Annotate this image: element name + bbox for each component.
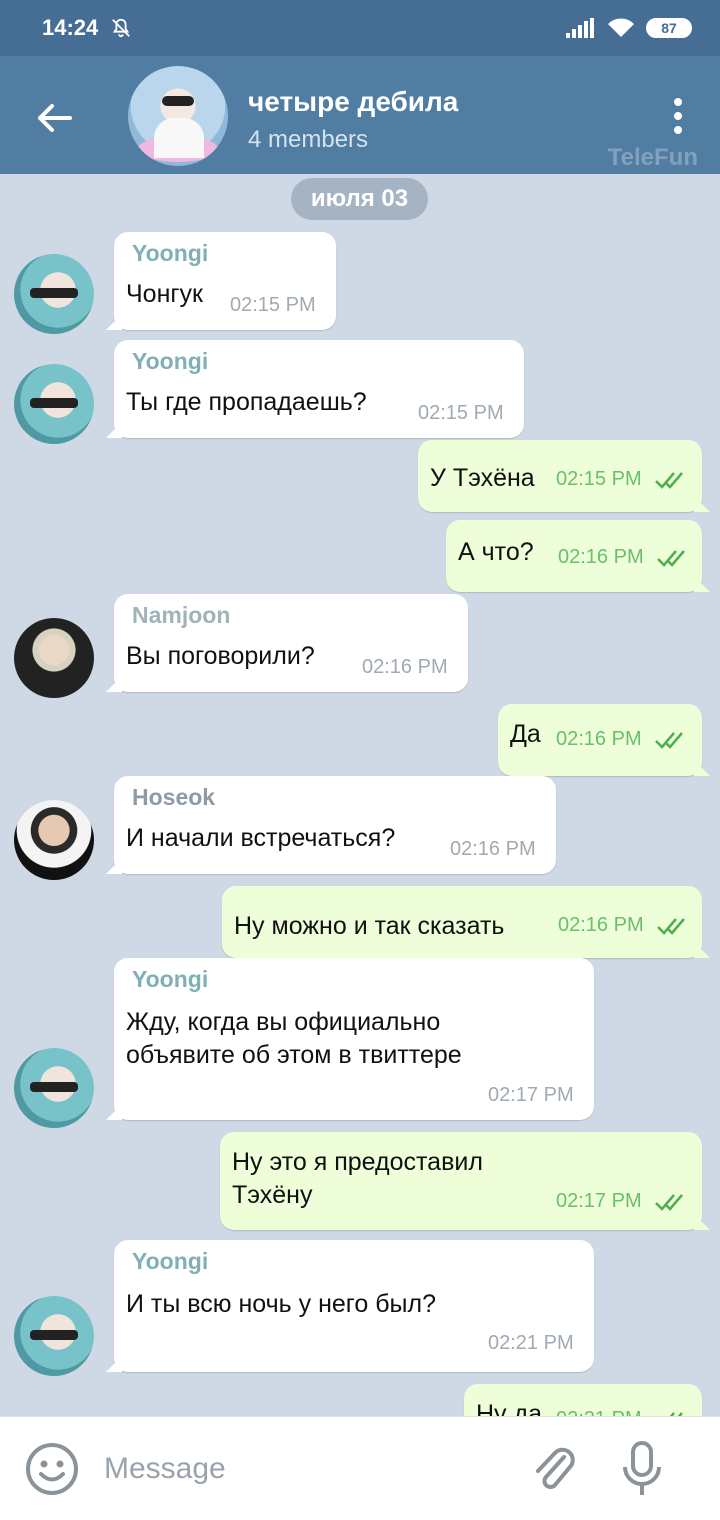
- message-time: 02:16 PM: [450, 838, 536, 860]
- message-list[interactable]: июля 03 Yoongi Чонгук 02:15 PM Yoongi Ты где…: [0, 174, 720, 1416]
- read-checks-icon: [655, 472, 683, 489]
- message-time: 02:16 PM: [556, 728, 642, 750]
- message-time: 02:17 PM: [488, 1084, 574, 1106]
- outgoing-message[interactable]: Ну да 02:21 PM: [464, 1384, 702, 1416]
- paperclip-icon[interactable]: [528, 1441, 578, 1497]
- sender-name[interactable]: Yoongi: [132, 240, 208, 267]
- outgoing-message[interactable]: Ну можно и так сказать 02:16 PM: [222, 886, 710, 958]
- status-time: 14:24: [42, 15, 99, 40]
- message-text: Ну можно и так сказать: [234, 912, 505, 940]
- incoming-message[interactable]: Yoongi Жду, когда вы официально объявите о…: [106, 958, 594, 1120]
- more-vert-icon[interactable]: [672, 96, 684, 136]
- incoming-message[interactable]: Yoongi И ты всю ночь у него был? 02:21 PM: [106, 1240, 594, 1372]
- watermark: TeleFun: [607, 144, 698, 171]
- message-time: 02:17 PM: [556, 1190, 642, 1212]
- bell-muted-icon: [112, 18, 131, 38]
- message-input[interactable]: [104, 1447, 504, 1491]
- message-time: 02:15 PM: [418, 402, 504, 424]
- wifi-icon: [608, 18, 634, 37]
- message-text: Ну да: [476, 1400, 542, 1416]
- message-text: Ну это я предоставил Тэхёну: [232, 1148, 483, 1209]
- outgoing-message[interactable]: А что? 02:16 PM: [446, 520, 710, 592]
- message-text: А что?: [458, 538, 534, 566]
- avatar-yoongi[interactable]: [14, 1296, 94, 1376]
- message-text: Ты где пропадаешь?: [126, 388, 367, 416]
- message-text: И ты всю ночь у него был?: [126, 1290, 436, 1318]
- avatar-hoseok[interactable]: [14, 800, 94, 880]
- message-text: Чонгук: [126, 280, 203, 308]
- incoming-message[interactable]: Namjoon Вы поговорили? 02:16 PM: [106, 594, 468, 692]
- read-checks-icon: [657, 918, 685, 935]
- message-time: 02:21 PM: [556, 1408, 642, 1416]
- message-time: 02:15 PM: [230, 294, 316, 316]
- microphone-icon[interactable]: [620, 1439, 664, 1499]
- battery-icon: 87: [646, 18, 692, 38]
- status-icons: 87: [566, 17, 692, 39]
- message-text: У Тэхёна: [430, 464, 535, 492]
- message-text: И начали встречаться?: [126, 824, 396, 852]
- message-time: 02:16 PM: [558, 546, 644, 568]
- message-text: Вы поговорили?: [126, 642, 315, 670]
- avatar-yoongi[interactable]: [14, 364, 94, 444]
- sender-name[interactable]: Namjoon: [132, 602, 230, 629]
- message-time: 02:15 PM: [556, 468, 642, 490]
- message-time: 02:16 PM: [558, 914, 644, 936]
- battery-level: 87: [661, 20, 677, 36]
- sender-name[interactable]: Yoongi: [132, 1248, 208, 1275]
- sender-name[interactable]: Yoongi: [132, 348, 208, 375]
- message-text: Да: [510, 720, 541, 748]
- emoji-icon[interactable]: [24, 1441, 80, 1497]
- avatar-yoongi[interactable]: [14, 254, 94, 334]
- incoming-message[interactable]: Yoongi Ты где пропадаешь? 02:15 PM: [106, 340, 524, 438]
- message-composer: [0, 1416, 720, 1520]
- read-checks-icon: [655, 1194, 683, 1211]
- read-checks-icon: [655, 732, 683, 749]
- back-arrow-icon[interactable]: [30, 94, 78, 142]
- date-divider: июля 03: [291, 178, 428, 220]
- avatar-yoongi[interactable]: [14, 1048, 94, 1128]
- chat-title[interactable]: четыре дебила: [248, 86, 458, 118]
- incoming-message[interactable]: Yoongi Чонгук 02:15 PM: [106, 232, 336, 330]
- read-checks-icon: [657, 550, 685, 567]
- message-time: 02:16 PM: [362, 656, 448, 678]
- sender-name[interactable]: Yoongi: [132, 966, 208, 993]
- sender-name[interactable]: Hoseok: [132, 784, 215, 811]
- member-count: 4 members: [248, 126, 369, 153]
- avatar-namjoon[interactable]: [14, 618, 94, 698]
- group-avatar[interactable]: [128, 66, 228, 166]
- message-text: Жду, когда вы официально объявите об этом…: [126, 1008, 462, 1069]
- status-bar: 14:24 87: [0, 0, 720, 56]
- chat-header: четыре дебила 4 members TeleFun: [0, 56, 720, 174]
- signal-icon: [566, 18, 594, 38]
- outgoing-message[interactable]: У Тэхёна 02:15 PM: [418, 440, 710, 512]
- outgoing-message[interactable]: Да 02:16 PM: [498, 704, 710, 776]
- incoming-message[interactable]: Hoseok И начали встречаться? 02:16 PM: [106, 776, 556, 874]
- message-time: 02:21 PM: [488, 1332, 574, 1354]
- outgoing-message[interactable]: Ну это я предоставил Тэхёну 02:17 PM: [220, 1132, 710, 1230]
